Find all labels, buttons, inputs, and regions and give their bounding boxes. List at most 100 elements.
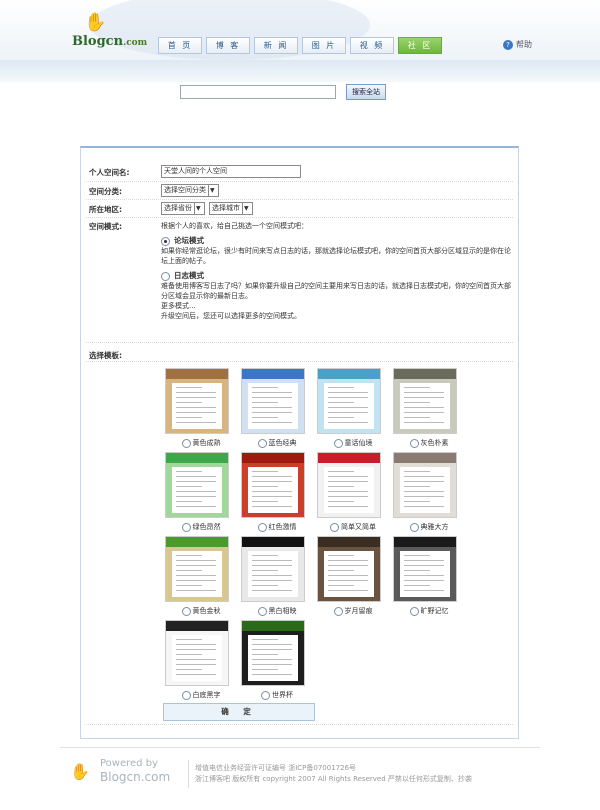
search-button[interactable]: 搜索全站 (346, 84, 386, 100)
template-name: 黑白相映 (268, 607, 297, 615)
thumbnail-text-line (176, 392, 216, 393)
space-name-input[interactable]: 天堂人间的个人空间 (161, 165, 301, 178)
template-radio[interactable] (330, 522, 339, 532)
template-thumbnail[interactable] (317, 368, 381, 434)
thumbnail-text-line (176, 580, 216, 581)
thumbnail-text-line (176, 491, 216, 492)
template-option[interactable]: 岁月留痕 (315, 536, 387, 618)
nav-tab[interactable]: 图 片 (302, 37, 346, 54)
logo-name: Blogcn (72, 34, 124, 49)
template-caption: 黑白相映 (239, 606, 315, 616)
template-thumbnail[interactable] (393, 536, 457, 602)
nav-tab[interactable]: 视 频 (350, 37, 394, 54)
template-caption: 红色激情 (239, 522, 315, 532)
template-option[interactable]: 红色激情 (239, 452, 311, 534)
thumbnail-text-line (328, 471, 354, 472)
mode-forum-radio[interactable] (161, 236, 170, 246)
template-option[interactable]: 黄色成熟 (163, 368, 235, 450)
thumbnail-text-line (176, 387, 202, 388)
template-radio[interactable] (409, 438, 419, 448)
site-search: 搜索全站 (180, 84, 386, 100)
thumbnail-header (394, 369, 456, 379)
nav-tab[interactable]: 博 客 (206, 37, 250, 54)
template-thumbnail[interactable] (317, 536, 381, 602)
site-logo[interactable]: ✋ Blogcn.com (72, 12, 158, 52)
nav-tab[interactable]: 首 页 (158, 37, 202, 54)
province-select[interactable]: 选择省份 ▼ (161, 202, 205, 215)
thumbnail-text-line (328, 506, 368, 507)
mode-row: 空间模式: 根据个人的喜欢，给自己挑选一个空间模式吧： 论坛模式 如果你经常逛论… (89, 221, 511, 331)
template-option[interactable]: 童话仙境 (315, 368, 387, 450)
template-name: 岁月留痕 (344, 607, 373, 615)
thumbnail-header (394, 537, 456, 547)
nav-tab[interactable]: 社 区 (398, 37, 442, 54)
template-thumbnail[interactable] (393, 368, 457, 434)
template-radio[interactable] (181, 690, 191, 700)
template-radio[interactable] (333, 606, 343, 616)
template-thumbnail[interactable] (241, 452, 305, 518)
template-radio[interactable] (181, 606, 191, 616)
template-thumbnail[interactable] (317, 452, 381, 518)
thumbnail-text-line (252, 476, 292, 477)
template-option[interactable]: 蓝色经典 (239, 368, 311, 450)
thumbnail-text-line (328, 486, 354, 487)
template-radio[interactable] (409, 606, 419, 616)
template-radio[interactable] (181, 438, 191, 448)
thumbnail-text-line (176, 664, 216, 665)
thumbnail-text-line (328, 496, 368, 497)
template-radio[interactable] (257, 522, 267, 532)
mode-journal-option[interactable]: 日志模式 (161, 270, 517, 281)
template-option[interactable]: 绿色昂然 (163, 452, 235, 534)
search-input[interactable] (180, 85, 336, 99)
template-option[interactable]: 简单又简单 (315, 452, 387, 534)
nav-tab[interactable]: 新 闻 (254, 37, 298, 54)
thumbnail-text-line (176, 654, 202, 655)
template-thumbnail[interactable] (165, 620, 229, 686)
template-name: 简单又简单 (341, 523, 376, 531)
thumbnail-text-line (252, 570, 278, 571)
thumbnail-text-line (252, 585, 278, 586)
template-radio[interactable] (257, 438, 267, 448)
template-thumbnail[interactable] (241, 536, 305, 602)
template-thumbnail[interactable] (241, 368, 305, 434)
mode-journal-radio[interactable] (161, 271, 170, 281)
template-radio[interactable] (257, 606, 267, 616)
thumbnail-text-line (404, 471, 430, 472)
template-option[interactable]: 旷野记忆 (391, 536, 463, 618)
chevron-down-icon: ▼ (242, 203, 249, 214)
thumbnail-body (400, 383, 450, 429)
template-radio[interactable] (409, 522, 419, 532)
powered-line1: Powered by (100, 758, 158, 769)
template-option[interactable]: 世界杯 (239, 620, 311, 702)
template-thumbnail[interactable] (165, 452, 229, 518)
thumbnail-text-line (176, 585, 202, 586)
template-option[interactable]: 白底黑字 (163, 620, 235, 702)
template-option[interactable]: 灰色朴素 (391, 368, 463, 450)
template-caption: 世界杯 (239, 690, 315, 700)
category-select[interactable]: 选择空间分类 ▼ (161, 184, 219, 197)
confirm-button[interactable]: 确 定 (163, 703, 315, 721)
template-thumbnail[interactable] (165, 536, 229, 602)
chevron-down-icon: ▼ (194, 203, 201, 214)
thumbnail-text-line (252, 397, 292, 398)
thumbnail-header (242, 537, 304, 547)
mode-options: 论坛模式 如果你经常逛论坛，很少有时间来写点日志的话，那就选择论坛模式吧，你的空… (161, 235, 517, 321)
thumbnail-text-line (176, 590, 216, 591)
template-thumbnail[interactable] (393, 452, 457, 518)
template-thumbnail[interactable] (241, 620, 305, 686)
template-thumbnail[interactable] (165, 368, 229, 434)
thumbnail-text-line (404, 555, 430, 556)
thumbnail-text-line (252, 644, 292, 645)
mode-forum-option[interactable]: 论坛模式 (161, 235, 517, 246)
template-radio[interactable] (181, 522, 191, 532)
space-settings-panel: 个人空间名: 天堂人间的个人空间 空间分类: 选择空间分类 ▼ 所在地区: 选择省… (80, 146, 519, 739)
template-radio[interactable] (333, 438, 343, 448)
template-radio[interactable] (261, 690, 270, 700)
template-option[interactable]: 典雅大方 (391, 452, 463, 534)
template-option[interactable]: 黑白相映 (239, 536, 311, 618)
city-select[interactable]: 选择城市 ▼ (209, 202, 253, 215)
help-link[interactable]: ? 帮助 (503, 39, 532, 50)
template-caption: 灰色朴素 (391, 438, 467, 448)
template-option[interactable]: 黄色金秋 (163, 536, 235, 618)
thumbnail-text-line (176, 412, 216, 413)
